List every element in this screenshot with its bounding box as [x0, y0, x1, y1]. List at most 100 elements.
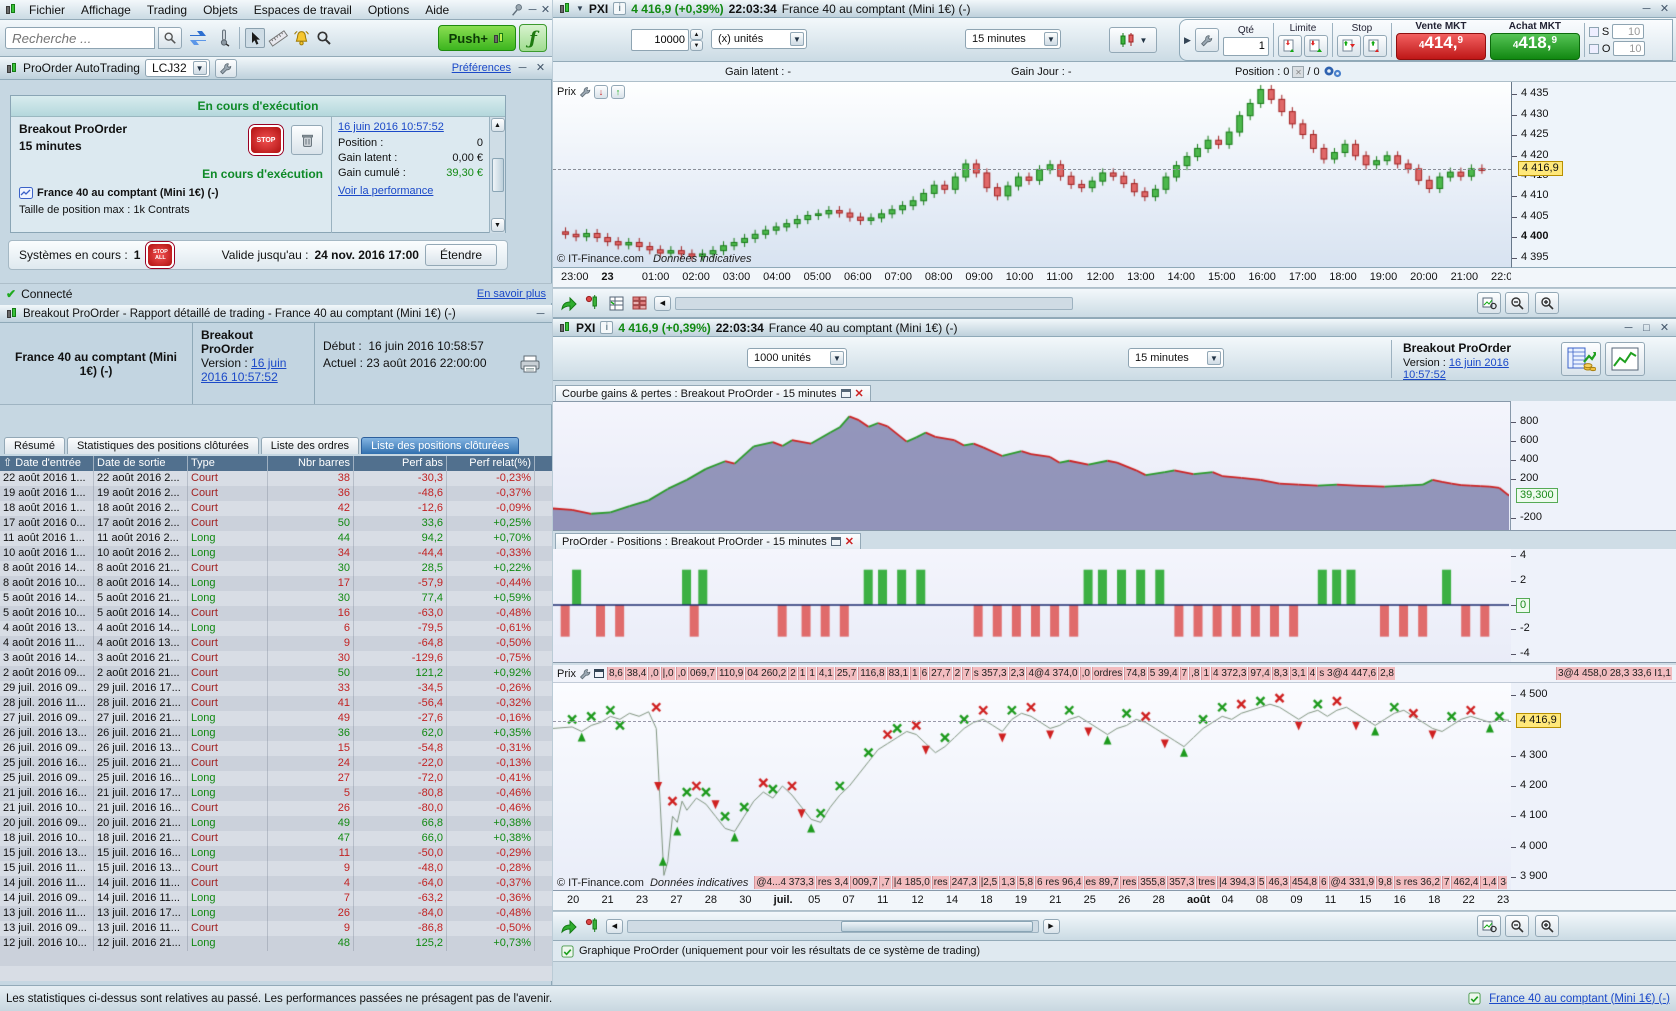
- positions-axis[interactable]: 420-2-40: [1511, 549, 1676, 663]
- table-row[interactable]: 8 août 2016 14...8 août 2016 21...Court3…: [0, 561, 552, 576]
- table-row[interactable]: 20 juil. 2016 09...20 juil. 2016 21...Lo…: [0, 816, 552, 831]
- scroll-left-button[interactable]: ◀: [654, 296, 671, 311]
- buy-market-button[interactable]: 4418,9: [1490, 33, 1580, 60]
- search-icon[interactable]: [158, 27, 182, 49]
- close-chart2[interactable]: ✕: [1658, 322, 1671, 334]
- wrench-settings-icon[interactable]: [215, 59, 237, 78]
- learn-more-link[interactable]: En savoir plus: [477, 288, 546, 300]
- zoom-out-icon[interactable]: [1505, 292, 1529, 314]
- table-row[interactable]: 2 août 2016 09...2 août 2016 21...Court5…: [0, 666, 552, 681]
- scroll-up-button[interactable]: ▲: [491, 118, 505, 132]
- buy-marker-icon[interactable]: ↑: [611, 85, 625, 99]
- positions-chart-area[interactable]: [553, 549, 1511, 663]
- close-positions-panel-icon[interactable]: ✕: [845, 535, 854, 548]
- order-settings-wrench-icon[interactable]: [1195, 28, 1219, 52]
- close-proorder-panel[interactable]: ✕: [534, 62, 547, 74]
- tab-4[interactable]: Liste des positions clôturées: [361, 437, 519, 454]
- zoom-out-icon[interactable]: [1505, 915, 1529, 937]
- table-row[interactable]: 12 juil. 2016 10...12 juil. 2016 21...Lo…: [0, 936, 552, 951]
- popout-icon[interactable]: [831, 537, 841, 546]
- stop-all-button[interactable]: STOP ALL: [146, 242, 174, 268]
- table-row[interactable]: 8 août 2016 10...8 août 2016 14...Long17…: [0, 576, 552, 591]
- chart-style-button[interactable]: ▼: [1109, 27, 1157, 53]
- column-header[interactable]: Type: [188, 456, 268, 471]
- close-chart1[interactable]: ✕: [1658, 3, 1671, 15]
- menu-item-trading[interactable]: Trading: [139, 1, 195, 19]
- info-icon[interactable]: i: [613, 2, 626, 15]
- candlestick-chart-area[interactable]: Prix ↓ ↑ © IT-Finance.com Données indica…: [553, 82, 1511, 268]
- zoom-tool-icon[interactable]: [314, 28, 334, 48]
- table-row[interactable]: 18 juil. 2016 10...18 juil. 2016 21...Co…: [0, 831, 552, 846]
- close-toolbar-button[interactable]: ✕: [539, 4, 552, 16]
- minimize-chart1[interactable]: ─: [1640, 3, 1653, 15]
- minimize-toolbar-button[interactable]: ─: [526, 4, 539, 16]
- table-row[interactable]: 26 juil. 2016 13...26 juil. 2016 21...Lo…: [0, 726, 552, 741]
- minimize-chart2[interactable]: ─: [1622, 322, 1635, 334]
- delete-system-button[interactable]: [291, 125, 323, 155]
- pane-settings-wrench-icon[interactable]: [579, 668, 591, 680]
- table-row[interactable]: 3 août 2016 14...3 août 2016 21...Court3…: [0, 651, 552, 666]
- zoom-window-icon[interactable]: [1477, 915, 1501, 937]
- popout-icon[interactable]: [841, 389, 851, 398]
- table-row[interactable]: 5 août 2016 14...5 août 2016 21...Long30…: [0, 591, 552, 606]
- share-chart-icon[interactable]: [558, 293, 578, 313]
- menu-item-options[interactable]: Options: [360, 1, 417, 19]
- push-button[interactable]: Push+: [438, 25, 516, 51]
- tab-2[interactable]: Statistiques des positions clôturées: [67, 437, 259, 454]
- table-row[interactable]: 18 août 2016 1...18 août 2016 2...Court4…: [0, 501, 552, 516]
- ruler-tool-icon[interactable]: [268, 28, 288, 48]
- tab-1[interactable]: Résumé: [4, 437, 65, 454]
- minimize-proorder-panel[interactable]: ─: [516, 62, 529, 74]
- table-row[interactable]: 25 juil. 2016 16...25 juil. 2016 21...Co…: [0, 756, 552, 771]
- indicator-probe-icon[interactable]: [582, 916, 602, 936]
- minimize-report-window[interactable]: ─: [534, 308, 547, 320]
- quantity-down-icon[interactable]: ▼: [690, 40, 703, 51]
- units-combobox[interactable]: (x) unités▼: [711, 29, 807, 49]
- table-row[interactable]: 25 juil. 2016 09...25 juil. 2016 16...Lo…: [0, 771, 552, 786]
- table-row[interactable]: 15 juil. 2016 11...15 juil. 2016 13...Co…: [0, 861, 552, 876]
- units2-combobox[interactable]: 1000 unités▼: [747, 348, 847, 368]
- column-header[interactable]: Date de sortie: [94, 456, 188, 471]
- close-position-icon[interactable]: ✕: [1292, 66, 1304, 78]
- scrollbar-thumb[interactable]: [841, 921, 1033, 932]
- volume-bricks-icon[interactable]: [630, 293, 650, 313]
- system-version-link[interactable]: 16 juin 2016 10:57:52: [338, 121, 483, 133]
- table-row[interactable]: 19 août 2016 1...19 août 2016 2...Court3…: [0, 486, 552, 501]
- gains-panel-tab[interactable]: Courbe gains & pertes : Breakout ProOrde…: [555, 385, 871, 401]
- table-row[interactable]: 15 juil. 2016 13...15 juil. 2016 16...Lo…: [0, 846, 552, 861]
- table-row[interactable]: 4 août 2016 13...4 août 2016 14...Long6-…: [0, 621, 552, 636]
- chart1-dropdown-icon[interactable]: ▼: [576, 4, 584, 13]
- column-header[interactable]: ⇧ Date d'entrée: [0, 456, 94, 471]
- menu-item-espaces-de-travail[interactable]: Espaces de travail: [246, 1, 360, 19]
- tab-3[interactable]: Liste des ordres: [261, 437, 359, 454]
- column-header[interactable]: Perf relat(%): [447, 456, 535, 471]
- o-value-input[interactable]: [1613, 41, 1645, 56]
- timeframe2-combobox[interactable]: 15 minutes▼: [1128, 348, 1224, 368]
- proorder-price-chart-area[interactable]: © IT-Finance.com Données indicatives @4.…: [553, 683, 1511, 891]
- zoom-in-icon[interactable]: [1535, 292, 1559, 314]
- chart1-hscrollbar[interactable]: [675, 297, 1073, 310]
- chart1-price-axis[interactable]: 4 4354 4304 4254 4204 4154 4104 4054 400…: [1511, 82, 1676, 268]
- quantity-up-icon[interactable]: ▲: [690, 29, 703, 40]
- pin-icon[interactable]: [510, 3, 524, 17]
- stop-checkbox[interactable]: [1589, 27, 1599, 37]
- table-row[interactable]: 13 juil. 2016 09...13 juil. 2016 11...Co…: [0, 921, 552, 936]
- table-row[interactable]: 5 août 2016 10...5 août 2016 14...Court1…: [0, 606, 552, 621]
- settings-gears-icon[interactable]: [1323, 65, 1343, 78]
- table-row[interactable]: 22 août 2016 1...22 août 2016 2...Court3…: [0, 471, 552, 486]
- table-view-icon[interactable]: [606, 293, 626, 313]
- proorder-price-axis[interactable]: 4 5004 3004 2004 1004 0003 9004 416,9: [1511, 683, 1676, 891]
- s-value-input[interactable]: [1612, 24, 1644, 39]
- chart-swap-icon[interactable]: [185, 26, 211, 50]
- report-button[interactable]: [1561, 342, 1601, 376]
- code-combobox[interactable]: LCJ32▼: [145, 59, 210, 77]
- print-icon[interactable]: [518, 354, 542, 374]
- positions-panel-tab[interactable]: ProOrder - Positions : Breakout ProOrder…: [555, 533, 861, 549]
- menu-item-aide[interactable]: Aide: [417, 1, 457, 19]
- sell-market-button[interactable]: 4414,9: [1396, 33, 1486, 60]
- pane-settings-wrench-icon[interactable]: [579, 86, 591, 98]
- preferences-link[interactable]: Préférences: [452, 62, 511, 74]
- chart2-hscrollbar[interactable]: [627, 920, 1039, 933]
- column-header[interactable]: Nbr barres: [268, 456, 354, 471]
- table-row[interactable]: 11 août 2016 1...11 août 2016 2...Long44…: [0, 531, 552, 546]
